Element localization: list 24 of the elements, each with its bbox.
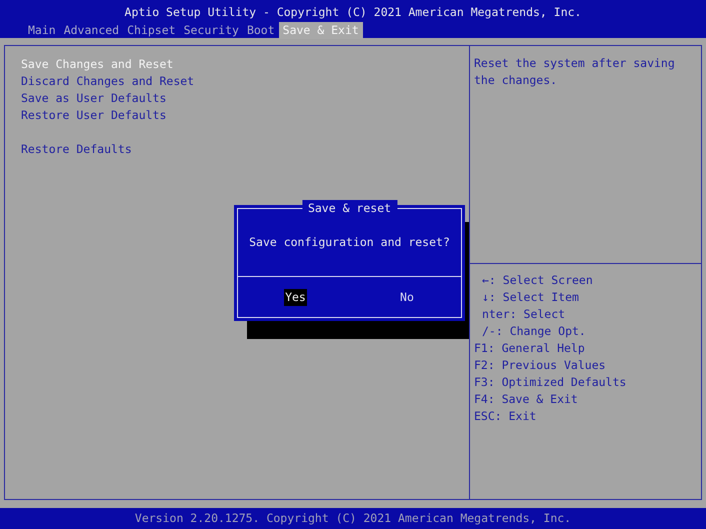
menu-tab[interactable]: Advanced [60,22,124,39]
key-hint: F2: Previous Values [474,357,606,374]
menu-item[interactable]: Restore User Defaults [21,107,166,124]
menu-item[interactable]: Discard Changes and Reset [21,73,194,90]
menu-tab[interactable]: Main [24,22,60,39]
menu-item[interactable]: Restore Defaults [21,141,132,158]
key-hint: F3: Optimized Defaults [474,374,626,391]
footer-text: Version 2.20.1275. Copyright (C) 2021 American Megatrends, Inc. [134,510,572,527]
key-hint: nter: Select [482,306,566,323]
key-hint: ←: Select Screen [482,272,593,289]
key-hint: F1: General Help [474,340,585,357]
dialog-button[interactable]: Yes [284,288,307,306]
key-hint: ↓: Select Item [482,289,579,306]
menu-tab[interactable]: Security [180,22,243,39]
help-text: Reset the system after saving the changes. [474,55,676,89]
dialog-button[interactable]: No [399,288,415,306]
key-hint: ESC: Exit [474,408,536,425]
key-hint: /-: Change Opt. [482,323,586,340]
menu-tab[interactable]: Chipset [123,22,180,39]
header-title: Aptio Setup Utility - Copyright (C) 2021 American Megatrends, Inc. [124,4,582,21]
menu-item[interactable]: Save as User Defaults [21,90,166,107]
key-hint: F4: Save & Exit [474,391,578,408]
menu-tab[interactable]: Boot [242,22,279,39]
dialog-message: Save configuration and reset? [249,234,450,251]
